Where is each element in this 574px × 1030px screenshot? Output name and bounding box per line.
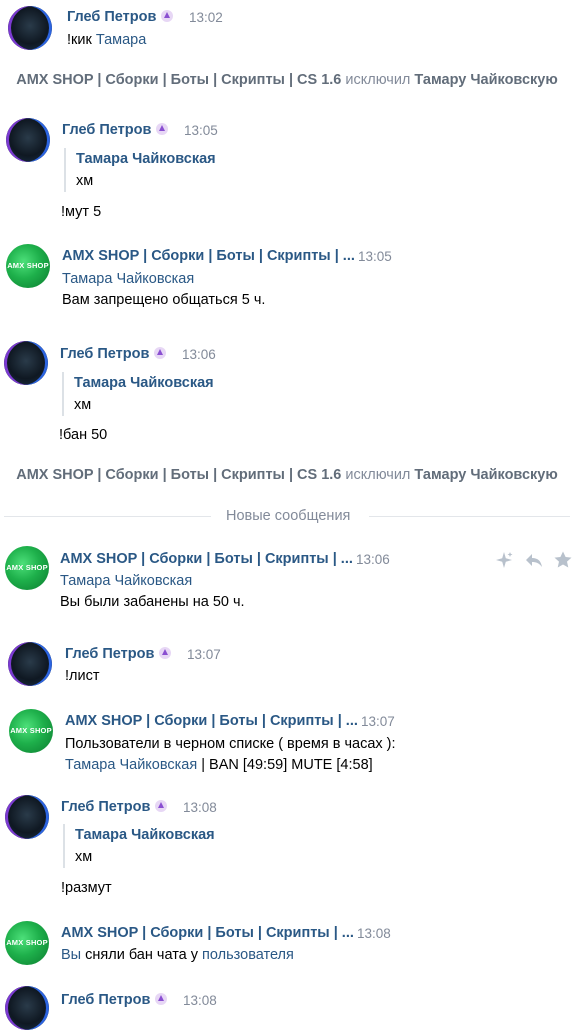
message-text: Вы были забанены на 50 ч. bbox=[60, 594, 245, 610]
service-message: AMX SHOP | Сборки | Боты | Скрипты | CS … bbox=[16, 72, 558, 88]
quote-text: хм bbox=[74, 397, 92, 413]
avatar-label: AMX SHOP bbox=[10, 726, 52, 735]
mention-link[interactable]: Тамара bbox=[96, 32, 146, 48]
message-text: Тамара Чайковская | BAN [49:59] MUTE [4:… bbox=[65, 757, 373, 773]
message-time: 13:06 bbox=[356, 552, 390, 567]
link-user[interactable]: пользователя bbox=[202, 947, 294, 963]
quote-text: хм bbox=[75, 849, 93, 865]
new-messages-label: Новые сообщения bbox=[226, 508, 351, 524]
divider-line bbox=[369, 516, 570, 517]
message-time: 13:06 bbox=[182, 347, 216, 362]
author-name[interactable]: Глеб Петров bbox=[62, 122, 169, 138]
divider-line bbox=[4, 516, 211, 517]
message-text: !бан 50 bbox=[59, 427, 108, 443]
message-text: Вы сняли бан чата у пользователя bbox=[61, 947, 294, 963]
service-message: AMX SHOP | Сборки | Боты | Скрипты | CS … bbox=[16, 467, 558, 483]
message-text: !кик Тамара bbox=[67, 32, 147, 48]
chat-name[interactable]: AMX SHOP | Сборки | Боты | Скрипты | CS … bbox=[16, 72, 341, 88]
author-name[interactable]: Глеб Петров bbox=[61, 799, 168, 815]
message-text: !мут 5 bbox=[61, 204, 102, 220]
avatar-amx-shop[interactable]: AMX SHOP bbox=[6, 244, 50, 288]
author-name[interactable]: AMX SHOP | Сборки | Боты | Скрипты | ... bbox=[65, 713, 358, 729]
avatar-label: AMX SHOP bbox=[7, 261, 49, 270]
author-name[interactable]: Глеб Петров bbox=[60, 346, 167, 362]
quote-author[interactable]: Тамара Чайковская bbox=[76, 148, 216, 170]
target-name[interactable]: Тамару Чайковскую bbox=[414, 467, 557, 483]
quote-author[interactable]: Тамара Чайковская bbox=[75, 824, 215, 846]
mention-link[interactable]: Тамара Чайковская bbox=[60, 573, 192, 589]
avatar-amx-shop[interactable]: AMX SHOP bbox=[5, 546, 49, 590]
avatar-gleb[interactable] bbox=[5, 795, 49, 839]
message-time: 13:07 bbox=[187, 647, 221, 662]
badge-icon bbox=[156, 123, 169, 135]
avatar-gleb[interactable] bbox=[8, 642, 52, 686]
avatar-label: AMX SHOP bbox=[6, 938, 48, 947]
author-name[interactable]: Глеб Петров bbox=[67, 9, 174, 25]
reply-quote[interactable]: Тамара Чайковская хм bbox=[62, 372, 214, 416]
target-name[interactable]: Тамару Чайковскую bbox=[414, 72, 557, 88]
message-text: !лист bbox=[65, 668, 100, 684]
avatar-gleb[interactable] bbox=[4, 341, 48, 385]
badge-icon bbox=[154, 347, 167, 359]
message-time: 13:05 bbox=[358, 249, 392, 264]
avatar-gleb[interactable] bbox=[5, 986, 49, 1030]
author-name[interactable]: Глеб Петров bbox=[61, 992, 168, 1008]
star-icon[interactable] bbox=[553, 550, 573, 570]
badge-icon bbox=[161, 10, 174, 22]
mention-link[interactable]: Тамара Чайковская bbox=[65, 757, 197, 773]
author-name[interactable]: AMX SHOP | Сборки | Боты | Скрипты | ... bbox=[60, 551, 353, 567]
message-time: 13:08 bbox=[183, 800, 217, 815]
reply-icon[interactable] bbox=[524, 550, 544, 570]
author-name[interactable]: Глеб Петров bbox=[65, 646, 172, 662]
badge-icon bbox=[159, 647, 172, 659]
link-you[interactable]: Вы bbox=[61, 947, 81, 963]
author-name[interactable]: AMX SHOP | Сборки | Боты | Скрипты | ... bbox=[61, 925, 354, 941]
message-text: Вам запрещено общаться 5 ч. bbox=[62, 292, 266, 308]
quote-text: хм bbox=[76, 173, 94, 189]
mention-link[interactable]: Тамара Чайковская bbox=[62, 271, 194, 287]
message-time: 13:08 bbox=[183, 993, 217, 1008]
author-name[interactable]: AMX SHOP | Сборки | Боты | Скрипты | ... bbox=[62, 248, 355, 264]
badge-icon bbox=[155, 800, 168, 812]
avatar-label: AMX SHOP bbox=[6, 563, 48, 572]
avatar-amx-shop[interactable]: AMX SHOP bbox=[5, 921, 49, 965]
avatar-amx-shop[interactable]: AMX SHOP bbox=[9, 709, 53, 753]
message-text: !размут bbox=[61, 880, 112, 896]
badge-icon bbox=[155, 993, 168, 1005]
message-time: 13:05 bbox=[184, 123, 218, 138]
quote-author[interactable]: Тамара Чайковская bbox=[74, 372, 214, 394]
reply-quote[interactable]: Тамара Чайковская хм bbox=[63, 824, 215, 868]
message-time: 13:02 bbox=[189, 10, 223, 25]
chat-name[interactable]: AMX SHOP | Сборки | Боты | Скрипты | CS … bbox=[16, 467, 341, 483]
avatar-gleb[interactable] bbox=[8, 6, 52, 50]
message-time: 13:08 bbox=[357, 926, 391, 941]
avatar-gleb[interactable] bbox=[6, 118, 50, 162]
message-time: 13:07 bbox=[361, 714, 395, 729]
sparkle-icon[interactable] bbox=[494, 550, 514, 570]
message-text: Пользователи в черном списке ( время в ч… bbox=[65, 736, 396, 752]
reply-quote[interactable]: Тамара Чайковская хм bbox=[64, 148, 216, 192]
